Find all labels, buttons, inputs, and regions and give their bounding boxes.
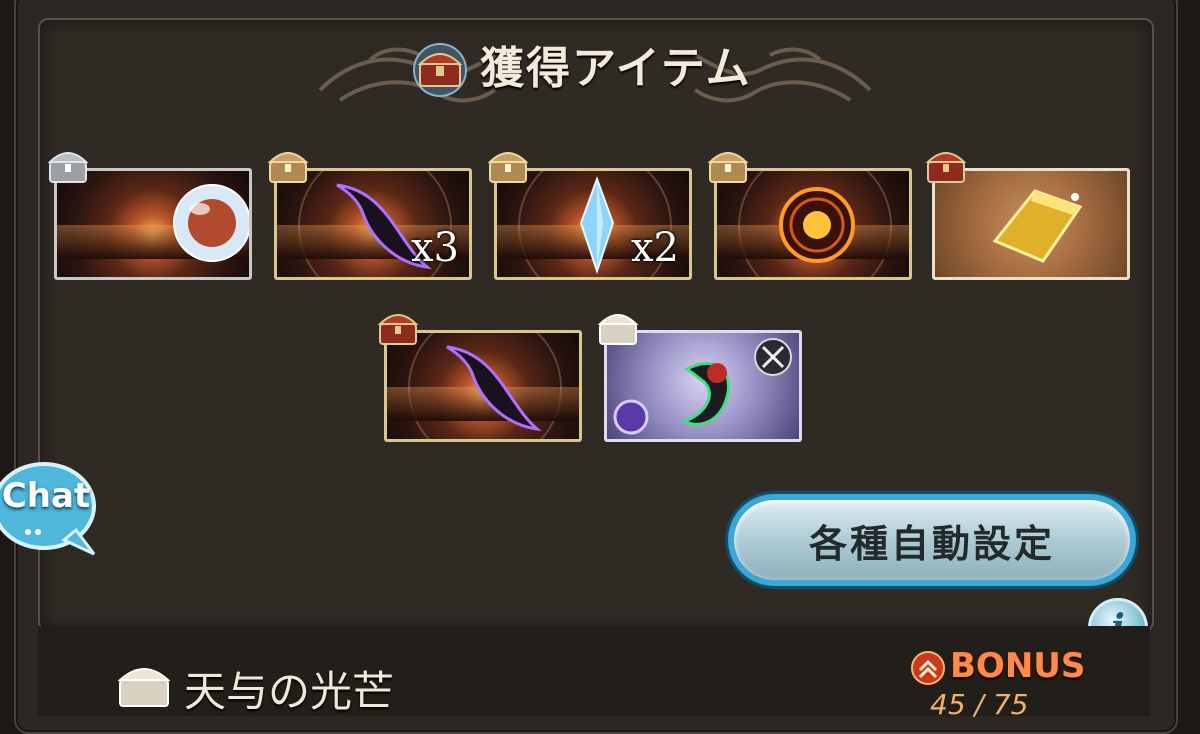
bonus-label: BONUS	[950, 646, 1086, 686]
red-chest-icon	[377, 314, 419, 345]
sphere-icon	[173, 184, 249, 262]
left-dragon-ornament	[318, 47, 497, 103]
bonus-count: 45 / 75	[930, 688, 1029, 721]
item-quantity: x2	[630, 225, 679, 271]
red-chest-icon	[925, 152, 967, 183]
white-chest-icon	[597, 314, 639, 345]
gold-chest-icon	[487, 152, 529, 183]
chat-button[interactable]: Chat	[0, 476, 94, 516]
loot-header: 獲得アイテム	[0, 30, 1200, 120]
auto-settings-button[interactable]: 各種自動設定	[728, 494, 1136, 586]
gold-chest-icon	[267, 152, 309, 183]
white-chest-icon	[117, 668, 171, 707]
treasure-chest-icon	[413, 43, 467, 97]
item-quantity: x3	[410, 225, 459, 271]
gold-bar-icon	[992, 189, 1083, 263]
sword-type-icon	[754, 338, 792, 376]
dark-horn-icon	[446, 345, 542, 432]
loot-title: 獲得アイテム	[480, 43, 752, 94]
bonus-arrow-icon	[911, 651, 945, 685]
fire-orb-icon	[779, 187, 855, 263]
silver-chest-icon	[47, 152, 89, 183]
gold-chest-icon	[707, 152, 749, 183]
quest-title: 天与の光芒	[184, 667, 395, 716]
